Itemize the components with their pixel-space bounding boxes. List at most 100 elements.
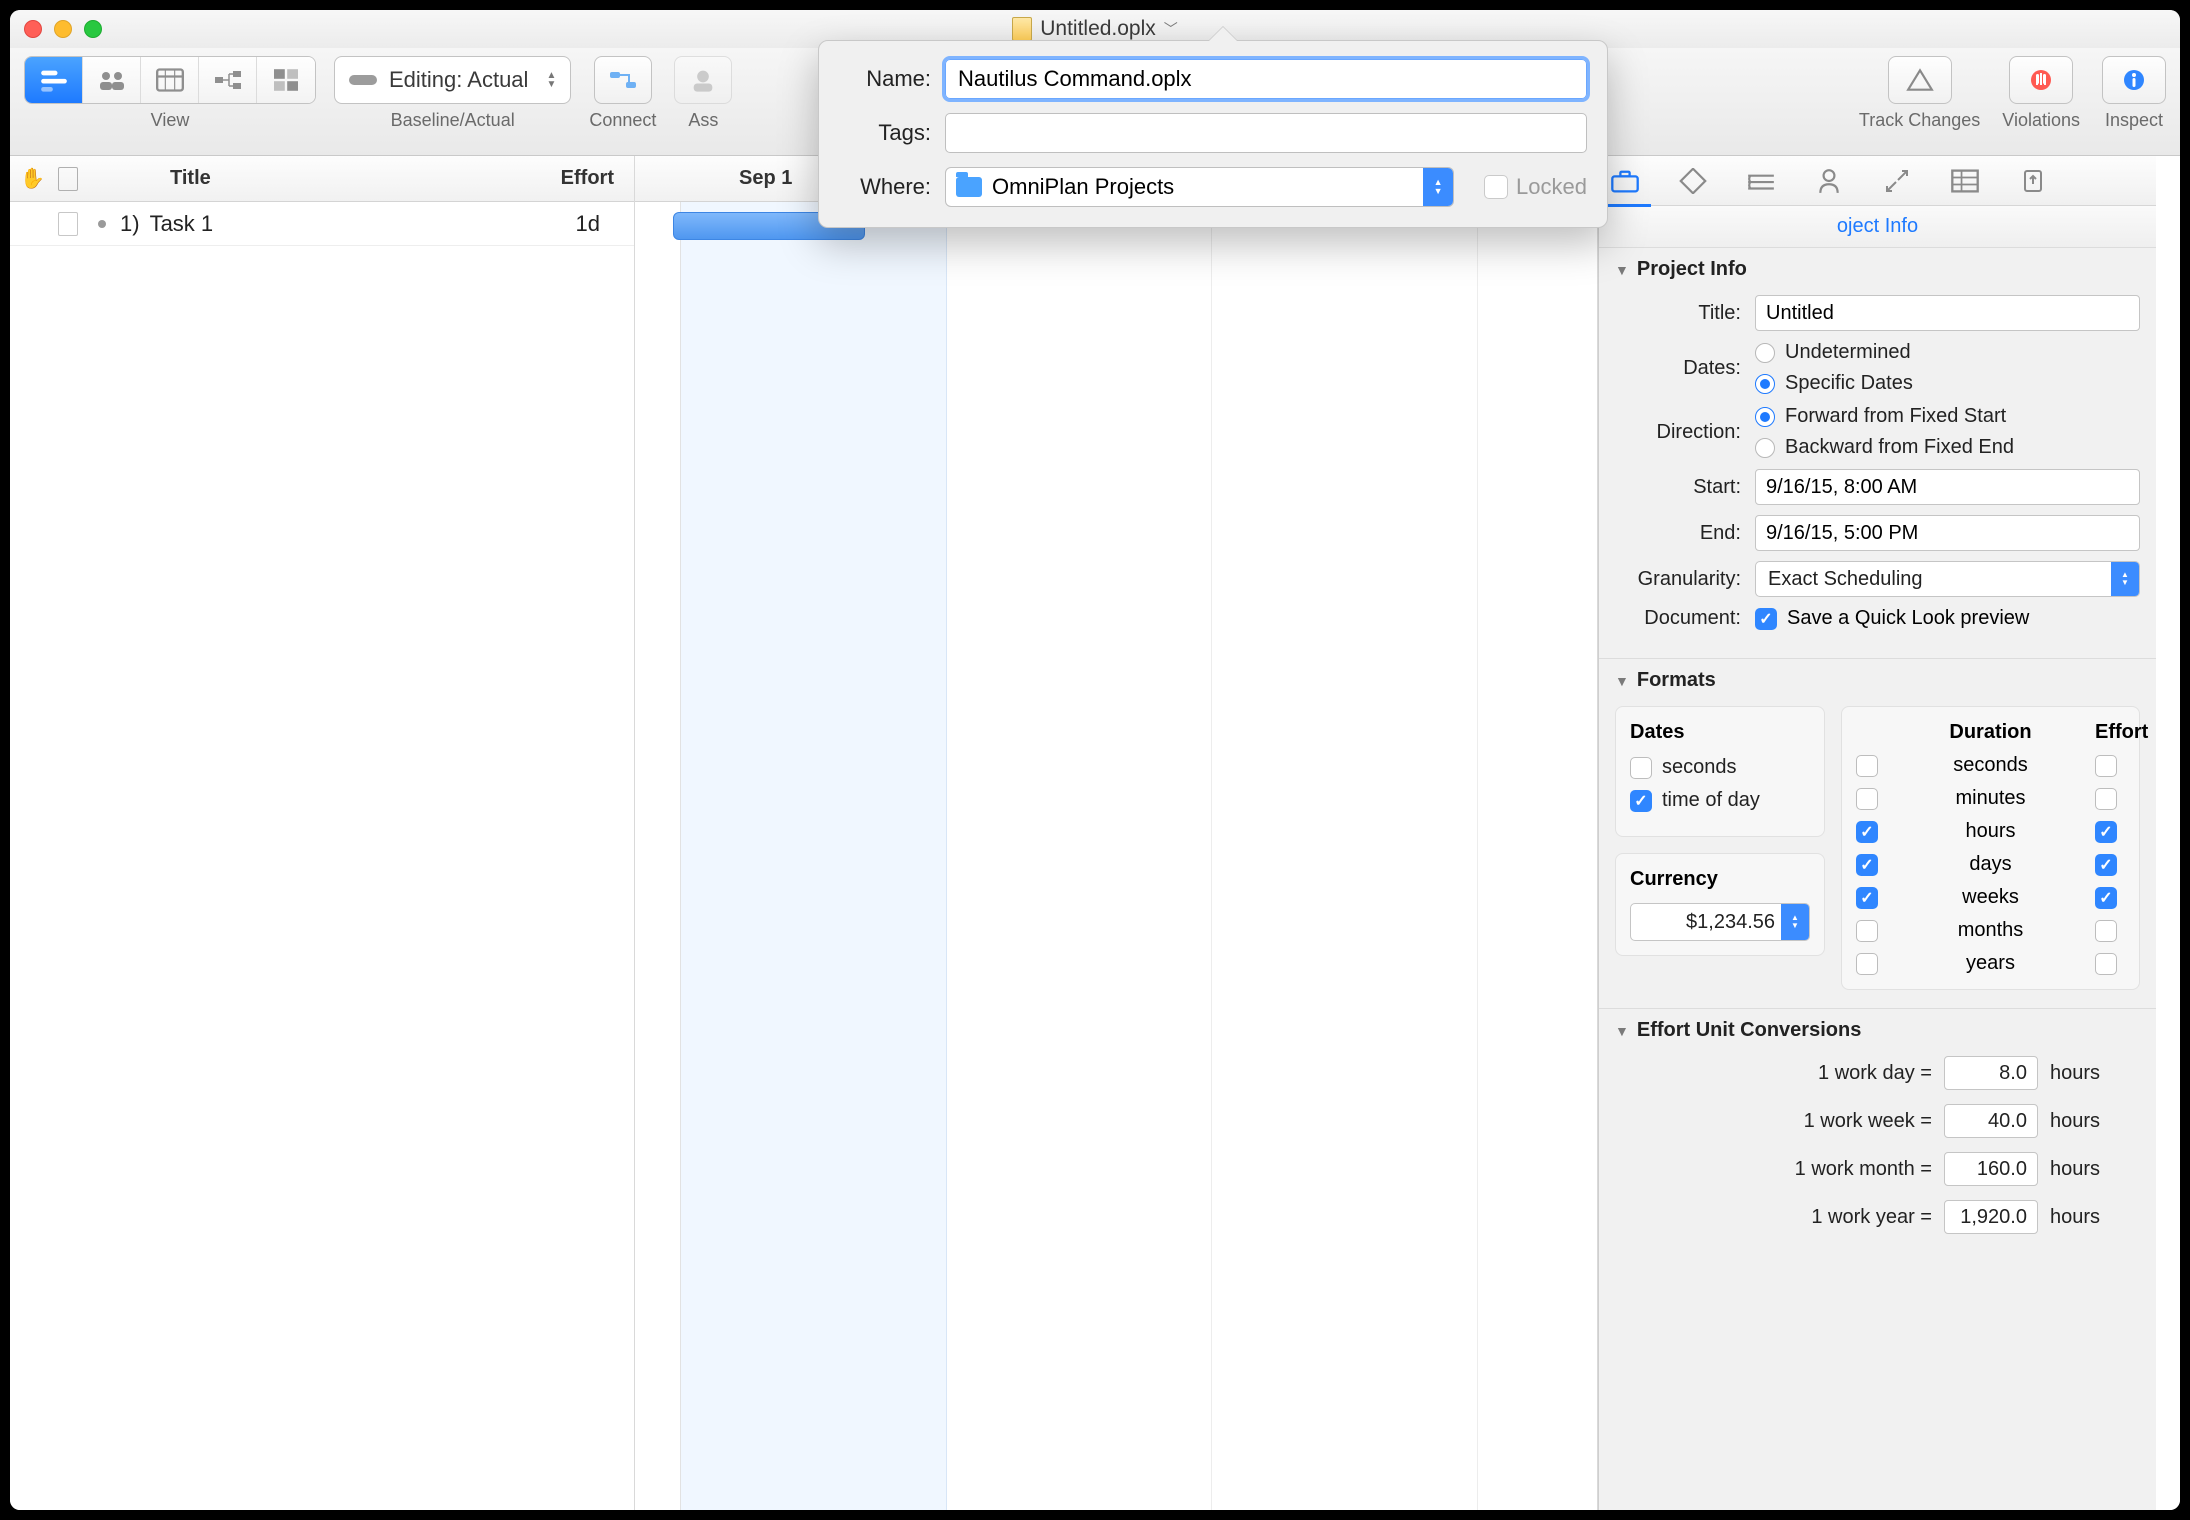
unit-label: days: [1900, 853, 2081, 876]
duration-weeks-checkbox[interactable]: [1856, 887, 1878, 909]
quicklook-checkbox[interactable]: [1755, 608, 1777, 630]
task-effort: 1d: [576, 211, 600, 237]
conversion-value-input[interactable]: 1,920.0: [1944, 1200, 2038, 1234]
inspector-tabs: [1599, 156, 2156, 206]
gantt-icon: [40, 68, 68, 92]
window-title[interactable]: Untitled.oplx ﹀: [1012, 17, 1178, 41]
connect-label: Connect: [589, 110, 656, 131]
locked-label: Locked: [1516, 174, 1587, 200]
effort-months-checkbox[interactable]: [2095, 920, 2117, 942]
tab-milestones[interactable]: [1673, 164, 1713, 198]
briefcase-icon: [1610, 168, 1640, 194]
window-title-text: Untitled.oplx: [1040, 17, 1156, 41]
dates-specific-radio[interactable]: Specific Dates: [1755, 372, 2140, 395]
tab-project[interactable]: [1605, 164, 1645, 198]
zoom-window-button[interactable]: [84, 20, 102, 38]
view-network-button[interactable]: [199, 57, 257, 103]
track-changes-button[interactable]: [1888, 56, 1952, 104]
view-label: View: [151, 110, 190, 131]
tab-styles[interactable]: [1741, 164, 1781, 198]
direction-label: Direction:: [1615, 421, 1741, 444]
tab-export[interactable]: [2013, 164, 2053, 198]
duration-seconds-checkbox[interactable]: [1856, 755, 1878, 777]
effort-conversions-section: ▼ Effort Unit Conversions 1 work day =8.…: [1599, 1009, 2156, 1266]
dates-timeofday-checkbox[interactable]: time of day: [1630, 789, 1810, 812]
tab-custom[interactable]: [1877, 164, 1917, 198]
unit-label: years: [1900, 952, 2081, 975]
network-icon: [214, 68, 242, 92]
duration-years-checkbox[interactable]: [1856, 953, 1878, 975]
tab-resource[interactable]: [1809, 164, 1849, 198]
assign-button[interactable]: [674, 56, 732, 104]
violations-button[interactable]: [2009, 56, 2073, 104]
effort-minutes-checkbox[interactable]: [2095, 788, 2117, 810]
close-window-button[interactable]: [24, 20, 42, 38]
conversion-value-input[interactable]: 40.0: [1944, 1104, 2038, 1138]
project-title-input[interactable]: [1755, 295, 2140, 331]
document-label: Document:: [1615, 607, 1741, 630]
effort-conversions-header[interactable]: ▼ Effort Unit Conversions: [1615, 1019, 2140, 1042]
locked-checkbox[interactable]: [1484, 175, 1508, 199]
duration-hours-checkbox[interactable]: [1856, 821, 1878, 843]
end-date-input[interactable]: [1755, 515, 2140, 551]
duration-effort-box: DurationEffort secondsminuteshoursdayswe…: [1841, 706, 2140, 990]
connect-button[interactable]: [594, 56, 652, 104]
duration-days-checkbox[interactable]: [1856, 854, 1878, 876]
effort-seconds-checkbox[interactable]: [2095, 755, 2117, 777]
baseline-popup[interactable]: Editing: Actual ▲▼: [334, 56, 571, 104]
end-label: End:: [1615, 522, 1741, 545]
conversion-row: 1 work week =40.0hours: [1615, 1104, 2100, 1138]
effort-weeks-checkbox[interactable]: [2095, 887, 2117, 909]
tab-columns[interactable]: [1945, 164, 1985, 198]
currency-select[interactable]: $1,234.56 ▲▼: [1630, 903, 1810, 941]
dates-label: Dates:: [1615, 357, 1741, 380]
view-segmented[interactable]: [24, 56, 316, 104]
column-effort[interactable]: Effort: [561, 167, 614, 190]
inspect-button[interactable]: [2102, 56, 2166, 104]
name-input[interactable]: [945, 59, 1587, 99]
baseline-label: Baseline/Actual: [391, 110, 515, 131]
effort-days-checkbox[interactable]: [2095, 854, 2117, 876]
project-info-section: ▼ Project Info Title: Dates: Undetermine…: [1599, 248, 2156, 659]
view-calendar-button[interactable]: [141, 57, 199, 103]
view-gantt-button[interactable]: [25, 57, 83, 103]
violations-icon: [2027, 68, 2055, 92]
assign-label: Ass: [688, 110, 718, 131]
gantt-pane[interactable]: Sep 1: [635, 156, 1598, 1510]
task-row[interactable]: 1) Task 1 1d: [10, 202, 634, 246]
stepper-icon: ▲▼: [546, 71, 556, 89]
direction-forward-radio[interactable]: Forward from Fixed Start: [1755, 405, 2140, 428]
column-title[interactable]: Title: [170, 167, 211, 190]
formats-header[interactable]: ▼ Formats: [1615, 669, 2140, 692]
effort-years-checkbox[interactable]: [2095, 953, 2117, 975]
dates-undetermined-radio[interactable]: Undetermined: [1755, 341, 2140, 364]
granularity-select[interactable]: Exact Scheduling ▲▼: [1755, 561, 2140, 597]
main-body: ✋ Title Effort 1) Task 1 1d Sep 1: [10, 156, 2180, 1510]
effort-hours-checkbox[interactable]: [2095, 821, 2117, 843]
unit-label: minutes: [1900, 787, 2081, 810]
direction-backward-radio[interactable]: Backward from Fixed End: [1755, 436, 2140, 459]
view-resources-button[interactable]: [83, 57, 141, 103]
start-date-input[interactable]: [1755, 469, 2140, 505]
note-column-icon[interactable]: [58, 167, 78, 191]
task-note-icon[interactable]: [58, 212, 78, 236]
outline-pane: ✋ Title Effort 1) Task 1 1d: [10, 156, 635, 1510]
hand-icon[interactable]: ✋: [20, 166, 45, 191]
minimize-window-button[interactable]: [54, 20, 72, 38]
arrows-icon: [1882, 168, 1912, 194]
duration-months-checkbox[interactable]: [1856, 920, 1878, 942]
baseline-bar-icon: [349, 75, 377, 85]
person-icon: [1814, 168, 1844, 194]
view-styles-button[interactable]: [257, 57, 315, 103]
where-label: Where:: [839, 174, 931, 200]
project-info-header[interactable]: ▼ Project Info: [1615, 258, 2140, 281]
track-changes-icon: [1906, 68, 1934, 92]
tags-input[interactable]: [945, 113, 1587, 153]
duration-minutes-checkbox[interactable]: [1856, 788, 1878, 810]
conversion-value-input[interactable]: 8.0: [1944, 1056, 2038, 1090]
unit-label: months: [1900, 919, 2081, 942]
where-select[interactable]: OmniPlan Projects ▲▼: [945, 167, 1454, 207]
assign-icon: [689, 68, 717, 92]
dates-seconds-checkbox[interactable]: seconds: [1630, 756, 1810, 779]
conversion-value-input[interactable]: 160.0: [1944, 1152, 2038, 1186]
